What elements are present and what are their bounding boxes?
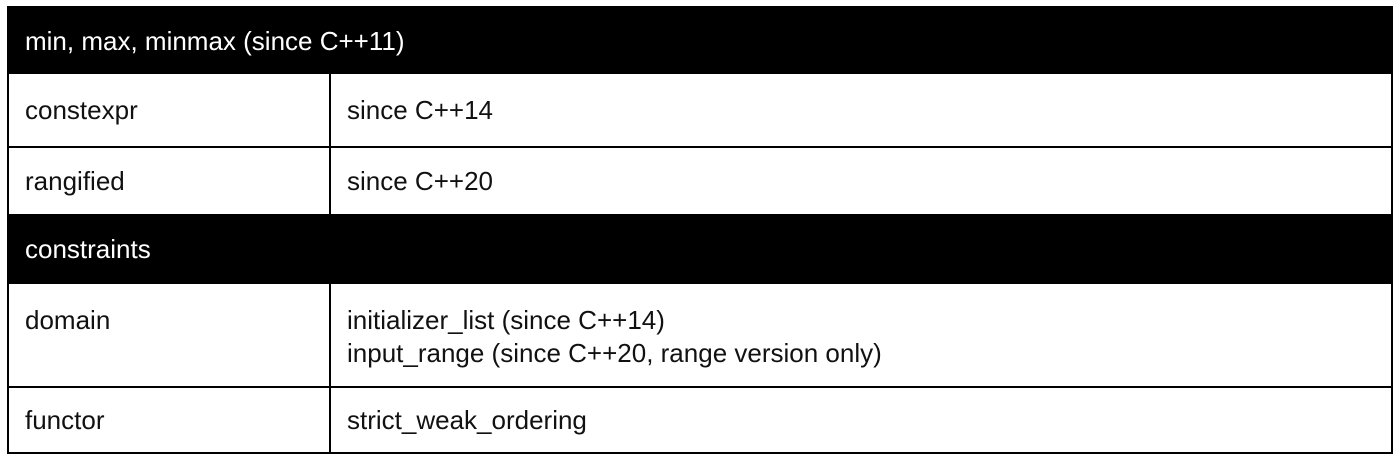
value-line: initializer_list (since C++14) xyxy=(347,305,665,335)
value-line: input_range (since C++20, range version … xyxy=(347,338,882,368)
table-row-rangified: rangified since C++20 xyxy=(9,146,1391,214)
section-header-constraints: constraints xyxy=(9,214,1391,284)
row-value: since C++14 xyxy=(329,74,1391,146)
row-key: rangified xyxy=(25,165,125,196)
section-title: min, max, minmax (since C++11) xyxy=(25,25,405,56)
table-row-functor: functor strict_weak_ordering xyxy=(9,386,1391,452)
row-value: initializer_list (since C++14) input_ran… xyxy=(329,284,1391,386)
table-row-constexpr: constexpr since C++14 xyxy=(9,74,1391,146)
row-key: domain xyxy=(25,305,111,335)
section-title: constraints xyxy=(25,233,151,264)
row-key: constexpr xyxy=(25,94,138,125)
table-row-domain: domain initializer_list (since C++14) in… xyxy=(9,284,1391,386)
row-value: strict_weak_ordering xyxy=(329,388,1391,452)
row-value: since C++20 xyxy=(329,148,1391,214)
section-header-min-max: min, max, minmax (since C++11) xyxy=(9,8,1391,74)
feature-table: min, max, minmax (since C++11) constexpr… xyxy=(7,6,1393,454)
row-key: functor xyxy=(25,404,105,435)
